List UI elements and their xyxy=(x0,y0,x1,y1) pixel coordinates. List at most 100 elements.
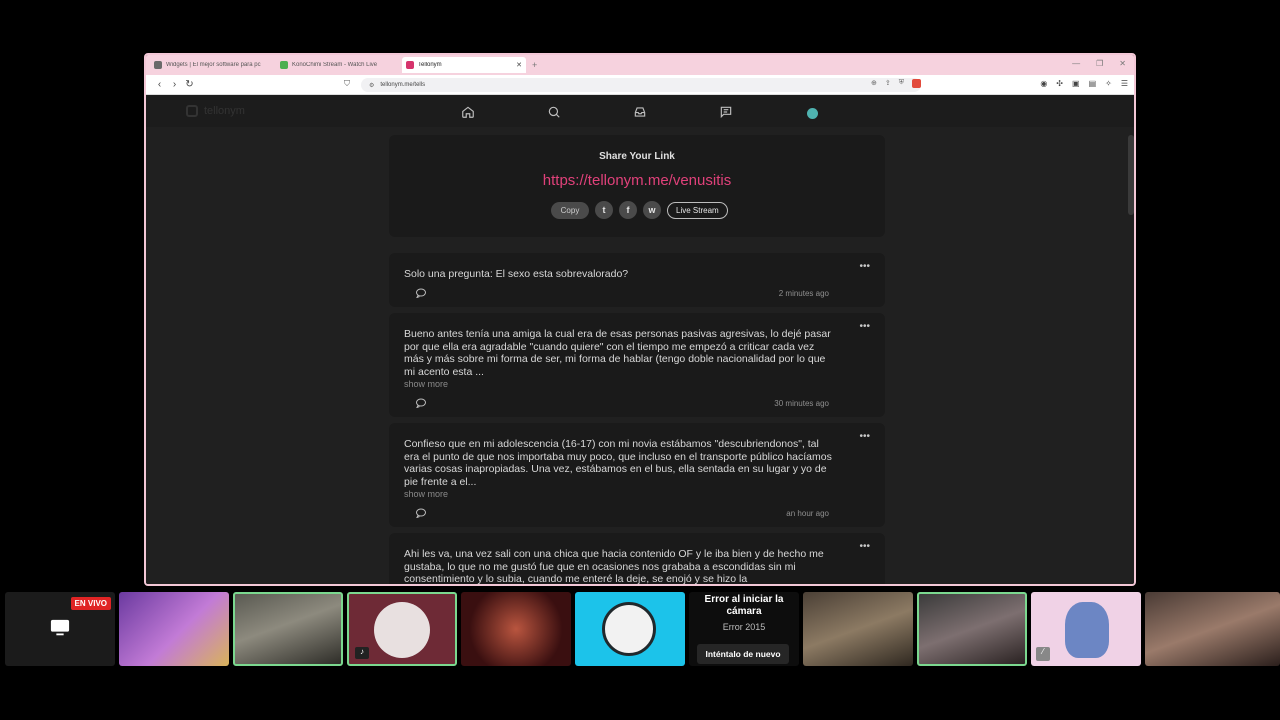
more-options-icon[interactable]: ••• xyxy=(859,431,870,442)
tab-title: Tellonym xyxy=(418,62,442,68)
feed-icon[interactable] xyxy=(716,103,736,121)
profile-avatar[interactable] xyxy=(802,103,822,121)
participant-tile-screen[interactable]: EN VIVO xyxy=(5,592,115,666)
tell-body: Ahi les va, una vez sali con una chica q… xyxy=(404,548,824,585)
tab-favicon-icon xyxy=(280,61,288,69)
online-dot-icon xyxy=(806,108,818,119)
comment-icon[interactable] xyxy=(415,508,427,518)
participant-tile-camera[interactable] xyxy=(917,592,1027,666)
participant-tile-avatar[interactable] xyxy=(461,592,571,666)
participant-tile-camera[interactable] xyxy=(233,592,343,666)
facebook-icon[interactable]: f xyxy=(619,201,637,219)
tab-favicon-icon xyxy=(154,61,162,69)
tab-widgets[interactable]: Widgets | El mejor software para pc xyxy=(150,57,274,73)
tell-body: Solo una pregunta: El sexo esta sobreval… xyxy=(404,268,629,280)
more-options-icon[interactable]: ••• xyxy=(859,321,870,332)
logo-text: tellonym xyxy=(204,105,245,117)
extensions-bar: ◉ ✣ ▣ ▤ ✧ ☰ xyxy=(1040,79,1128,88)
show-more-link[interactable]: show more xyxy=(404,378,834,391)
maximize-icon[interactable]: ❐ xyxy=(1096,59,1103,68)
url-text: tellonym.me/tells xyxy=(380,82,426,88)
minimize-icon[interactable]: — xyxy=(1072,59,1080,68)
participant-tile-avatar[interactable]: ⁄ xyxy=(1031,592,1141,666)
comment-icon[interactable] xyxy=(415,398,427,408)
reload-icon[interactable]: ↻ xyxy=(182,79,197,90)
more-options-icon[interactable]: ••• xyxy=(859,541,870,552)
whatsapp-icon[interactable]: w xyxy=(643,201,661,219)
site-info-icon[interactable]: ⚙ xyxy=(369,82,374,89)
tell-body: Confieso que en mi adolescencia (16-17) … xyxy=(404,438,832,488)
tell-text: Ahi les va, una vez sali con una chica q… xyxy=(404,548,834,585)
tab-favicon-icon xyxy=(406,61,414,69)
tell-time: 30 minutes ago xyxy=(774,399,829,408)
muted-icon: ⁄ xyxy=(1036,647,1050,661)
nav-icons xyxy=(458,103,822,121)
more-options-icon[interactable]: ••• xyxy=(859,261,870,272)
tab-title: Widgets | El mejor software para pc xyxy=(166,62,261,68)
participant-tile-avatar[interactable] xyxy=(575,592,685,666)
tell-text: Bueno antes tenía una amiga la cual era … xyxy=(404,328,834,391)
tab-tellonym[interactable]: Tellonym ✕ xyxy=(402,57,526,73)
menu-icon[interactable]: ☰ xyxy=(1121,79,1128,88)
participant-strip: EN VIVO ♪ Error al iniciar la cámara Err… xyxy=(0,592,1280,666)
share-link-card: Share Your Link https://tellonym.me/venu… xyxy=(389,135,885,237)
tell-card: Confieso que en mi adolescencia (16-17) … xyxy=(389,423,885,527)
tell-time: 2 minutes ago xyxy=(778,289,829,298)
rewards-icon[interactable] xyxy=(912,79,921,88)
tell-time: an hour ago xyxy=(786,509,829,518)
live-badge: EN VIVO xyxy=(70,597,111,610)
puzzle-icon[interactable]: ✣ xyxy=(1056,79,1063,88)
comment-icon[interactable] xyxy=(415,288,427,298)
copy-button[interactable]: Copy xyxy=(551,201,589,219)
logo-icon xyxy=(186,105,198,117)
participant-tile-camera[interactable] xyxy=(119,592,229,666)
tab-konochimi[interactable]: KonoChimi Stream - Watch Live xyxy=(276,57,400,73)
tab-bar: Widgets | El mejor software para pc Kono… xyxy=(146,55,1134,75)
ai-icon[interactable]: ✧ xyxy=(1105,79,1112,88)
new-tab-button[interactable]: + xyxy=(532,60,537,70)
page-scrollbar[interactable] xyxy=(1128,135,1134,215)
participant-tile-avatar[interactable]: ♪ xyxy=(347,592,457,666)
close-window-icon[interactable]: ✕ xyxy=(1119,59,1126,68)
screen: Widgets | El mejor software para pc Kono… xyxy=(0,0,1280,720)
avatar xyxy=(1065,602,1109,658)
participant-tile-error: Error al iniciar la cámara Error 2015 In… xyxy=(689,592,799,666)
participant-tile-camera[interactable] xyxy=(803,592,913,666)
search-icon[interactable] xyxy=(544,103,564,121)
live-stream-button[interactable]: Live Stream xyxy=(667,201,728,219)
inbox-icon[interactable] xyxy=(630,103,650,121)
sidebar-icon[interactable]: ▣ xyxy=(1072,79,1080,88)
retry-button[interactable]: Inténtalo de nuevo xyxy=(697,644,789,664)
bookmark-icon[interactable]: ⛉ xyxy=(344,79,350,89)
camera-error-code: Error 2015 xyxy=(722,622,766,632)
tell-text: Confieso que en mi adolescencia (16-17) … xyxy=(404,438,834,501)
tell-card: Solo una pregunta: El sexo esta sobreval… xyxy=(389,253,885,307)
home-icon[interactable] xyxy=(458,103,478,121)
participant-tile-camera[interactable] xyxy=(1145,592,1280,666)
wallet-icon[interactable]: ▤ xyxy=(1089,79,1097,88)
share-actions: Copy t f w Live Stream xyxy=(551,201,728,219)
share-title: Share Your Link xyxy=(599,151,675,162)
tell-card: Bueno antes tenía una amiga la cual era … xyxy=(389,313,885,417)
twitter-icon[interactable]: t xyxy=(595,201,613,219)
share-icon[interactable]: ⇪ xyxy=(885,79,891,88)
shield-icon[interactable]: ⛨ xyxy=(899,79,904,88)
share-link[interactable]: https://tellonym.me/venusitis xyxy=(389,172,885,189)
site-logo[interactable]: tellonym xyxy=(186,105,245,117)
tell-text: Solo una pregunta: El sexo esta sobreval… xyxy=(404,268,834,281)
url-input[interactable]: ⚙ tellonym.me/tells ⊕ ⇪ ⛨ xyxy=(361,78,921,92)
avatar xyxy=(602,602,656,656)
show-more-link[interactable]: show more xyxy=(404,488,834,501)
zoom-icon[interactable]: ⊕ xyxy=(871,79,877,88)
speaking-icon: ♪ xyxy=(355,647,369,659)
extension-icon[interactable]: ◉ xyxy=(1040,79,1047,88)
window-controls: — ❐ ✕ xyxy=(1072,59,1126,68)
browser-window: Widgets | El mejor software para pc Kono… xyxy=(144,53,1136,586)
tab-title: KonoChimi Stream - Watch Live xyxy=(292,62,378,68)
forward-icon[interactable]: › xyxy=(167,79,182,90)
tab-close-icon[interactable]: ✕ xyxy=(516,61,522,69)
avatar xyxy=(374,602,430,658)
camera-error-title: Error al iniciar la cámara xyxy=(704,594,784,617)
back-icon[interactable]: ‹ xyxy=(152,79,167,90)
url-actions: ⊕ ⇪ ⛨ xyxy=(871,79,921,88)
